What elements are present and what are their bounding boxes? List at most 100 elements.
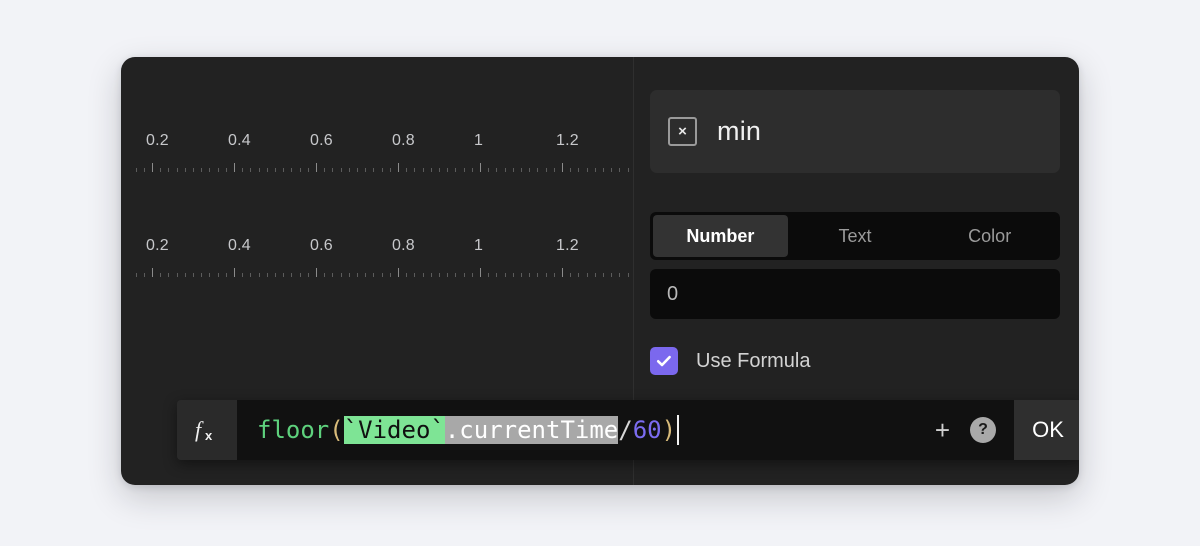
x-icon[interactable]: × bbox=[668, 117, 697, 146]
ruler-minor-tick bbox=[496, 168, 498, 172]
ruler-top-ticks bbox=[129, 160, 631, 172]
ruler-minor-tick bbox=[414, 273, 416, 277]
ruler-minor-tick bbox=[143, 168, 145, 172]
ruler-major-tick bbox=[398, 163, 399, 172]
add-icon[interactable]: + bbox=[935, 417, 950, 443]
ruler-minor-tick bbox=[217, 168, 219, 172]
ruler-minor-tick bbox=[176, 273, 178, 277]
ruler-minor-tick bbox=[258, 273, 260, 277]
ruler-minor-tick bbox=[422, 168, 424, 172]
ruler-minor-tick bbox=[184, 273, 186, 277]
ruler-top[interactable]: 0.2 0.4 0.6 0.8 1 1.2 bbox=[129, 132, 631, 184]
ruler-minor-tick bbox=[553, 273, 555, 277]
ruler-minor-tick bbox=[627, 273, 629, 277]
ruler-minor-tick bbox=[307, 273, 309, 277]
ruler-minor-tick bbox=[430, 273, 432, 277]
ruler-minor-tick bbox=[324, 168, 326, 172]
ruler-minor-tick bbox=[603, 168, 604, 172]
property-header: × min bbox=[650, 90, 1060, 173]
ruler-minor-tick bbox=[537, 273, 539, 277]
help-icon[interactable]: ? bbox=[970, 417, 996, 443]
ruler-minor-tick bbox=[275, 168, 276, 172]
ruler-minor-tick bbox=[521, 168, 522, 172]
ruler-minor-tick bbox=[258, 168, 260, 172]
ruler-tick-label: 0.2 bbox=[146, 132, 169, 149]
ruler-minor-tick bbox=[594, 273, 596, 277]
ruler-minor-tick bbox=[627, 168, 629, 172]
ruler-minor-tick bbox=[135, 273, 137, 277]
ruler-minor-tick bbox=[512, 168, 514, 172]
formula-token-reference: `Video` bbox=[343, 416, 445, 444]
ruler-tick-label: 0.4 bbox=[228, 132, 251, 149]
ruler-minor-tick bbox=[373, 168, 375, 172]
ruler-major-tick bbox=[562, 163, 563, 172]
ruler-minor-tick bbox=[193, 168, 194, 172]
ruler-minor-tick bbox=[160, 168, 162, 172]
ruler-minor-tick bbox=[242, 273, 244, 277]
ruler-minor-tick bbox=[340, 168, 342, 172]
ruler-minor-tick bbox=[266, 168, 268, 172]
tab-color[interactable]: Color bbox=[922, 215, 1057, 257]
ruler-minor-tick bbox=[283, 168, 285, 172]
ruler-minor-tick bbox=[168, 168, 170, 172]
ruler-bottom-ticks bbox=[129, 265, 631, 277]
function-icon[interactable]: f x bbox=[177, 400, 237, 460]
tab-number[interactable]: Number bbox=[653, 215, 788, 257]
ruler-minor-tick bbox=[332, 168, 334, 172]
svg-text:x: x bbox=[205, 428, 213, 443]
ruler-major-tick bbox=[562, 268, 563, 277]
ruler-minor-tick bbox=[348, 168, 350, 172]
ruler-tick-label: 0.4 bbox=[228, 237, 251, 254]
ruler-bottom-labels: 0.2 0.4 0.6 0.8 1 1.2 bbox=[129, 237, 631, 263]
tab-text[interactable]: Text bbox=[788, 215, 923, 257]
ruler-minor-tick bbox=[291, 273, 293, 277]
ruler-minor-tick bbox=[471, 273, 473, 277]
use-formula-row[interactable]: Use Formula bbox=[650, 347, 810, 375]
ruler-tick-label: 1 bbox=[474, 132, 484, 149]
ruler-tick-label: 0.6 bbox=[310, 132, 333, 149]
ruler-tick-label: 1 bbox=[474, 237, 484, 254]
ruler-minor-tick bbox=[381, 273, 383, 277]
ruler-minor-tick bbox=[324, 273, 326, 277]
ruler-minor-tick bbox=[512, 273, 514, 277]
ruler-tick-label: 0.8 bbox=[392, 132, 415, 149]
use-formula-checkbox[interactable] bbox=[650, 347, 678, 375]
ruler-bottom[interactable]: 0.2 0.4 0.6 0.8 1 1.2 bbox=[129, 237, 631, 289]
formula-token-function: floor bbox=[257, 416, 330, 444]
svg-text:f: f bbox=[195, 417, 204, 442]
ruler-minor-tick bbox=[570, 273, 572, 277]
ruler-minor-tick bbox=[242, 168, 244, 172]
ruler-minor-tick bbox=[455, 168, 457, 172]
ruler-minor-tick bbox=[143, 273, 145, 277]
text-cursor bbox=[677, 415, 680, 445]
ruler-minor-tick bbox=[439, 273, 440, 277]
ok-button[interactable]: OK bbox=[1014, 400, 1079, 460]
ruler-minor-tick bbox=[332, 273, 334, 277]
ruler-tick-label: 0.6 bbox=[310, 237, 333, 254]
ruler-minor-tick bbox=[209, 273, 211, 277]
ruler-minor-tick bbox=[463, 168, 465, 172]
ruler-minor-tick bbox=[250, 168, 252, 172]
ruler-minor-tick bbox=[545, 273, 547, 277]
ruler-minor-tick bbox=[389, 168, 391, 172]
ruler-minor-tick bbox=[135, 168, 137, 172]
use-formula-label: Use Formula bbox=[696, 349, 811, 372]
ruler-minor-tick bbox=[160, 273, 162, 277]
ruler-minor-tick bbox=[488, 273, 490, 277]
ruler-minor-tick bbox=[586, 168, 588, 172]
ruler-minor-tick bbox=[291, 168, 293, 172]
ruler-major-tick bbox=[152, 163, 153, 172]
ruler-minor-tick bbox=[209, 168, 211, 172]
ruler-minor-tick bbox=[447, 273, 449, 277]
page-title: min bbox=[717, 116, 762, 146]
formula-input[interactable]: floor(`Video` .currentTime/60) bbox=[237, 400, 925, 460]
ruler-minor-tick bbox=[611, 273, 613, 277]
ruler-major-tick bbox=[316, 163, 317, 172]
ruler-minor-tick bbox=[176, 168, 178, 172]
ruler-minor-tick bbox=[283, 273, 285, 277]
ruler-minor-tick bbox=[373, 273, 375, 277]
formula-token-operator: / bbox=[618, 416, 633, 444]
value-input[interactable]: 0 bbox=[650, 269, 1060, 319]
ruler-tick-label: 0.2 bbox=[146, 237, 169, 254]
ruler-tick-label: 1.2 bbox=[556, 237, 579, 254]
